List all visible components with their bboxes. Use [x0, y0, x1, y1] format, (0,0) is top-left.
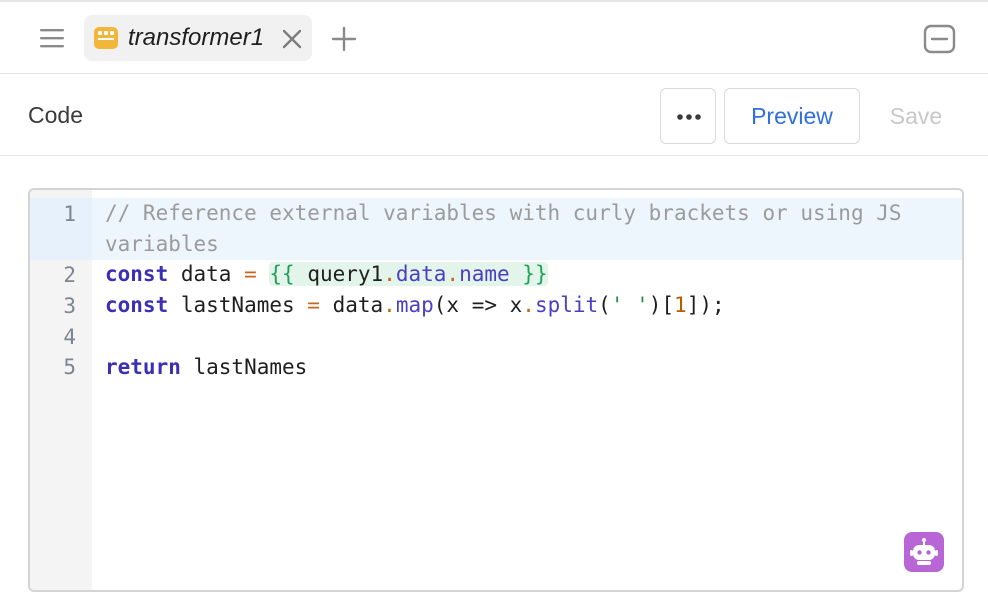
more-options-button[interactable]: [660, 88, 716, 144]
code-text: (x => x: [433, 293, 523, 317]
code-comment: variables: [105, 232, 219, 256]
template-expression: {{ query1.data.name }}: [269, 262, 548, 286]
keyword: return: [105, 355, 181, 379]
code-editor[interactable]: 1 2 3 4 5 // Reference external variable…: [28, 188, 964, 592]
preview-button[interactable]: Preview: [724, 88, 860, 144]
method-name: map: [395, 293, 434, 317]
template-property: data: [395, 262, 447, 286]
operator: =: [307, 293, 320, 317]
plus-icon[interactable]: [330, 25, 358, 53]
code-line-5: return lastNames: [105, 352, 307, 383]
code-line-1-wrap: variables: [105, 229, 219, 260]
collapse-panel-icon[interactable]: [922, 23, 958, 55]
menu-icon[interactable]: [36, 24, 68, 52]
identifier: data: [168, 262, 245, 286]
dot-operator: .: [446, 262, 460, 286]
line-number: 2: [63, 263, 76, 287]
method-name: split: [534, 293, 599, 317]
tab-label: transformer1: [128, 24, 265, 51]
template-open: {{: [269, 262, 308, 286]
template-property: name: [459, 262, 510, 286]
code-text: ]);: [686, 293, 725, 317]
template-object: query1: [307, 262, 384, 286]
code-line-2: const data = {{ query1.data.name }}: [105, 259, 548, 290]
line-number: 3: [63, 294, 76, 318]
tab-transformer1[interactable]: transformer1: [84, 15, 312, 61]
keyword: const: [105, 262, 169, 286]
code-toolbar: Code Preview Save: [0, 75, 988, 156]
code-text: (: [598, 293, 611, 317]
tab-bar: transformer1: [0, 2, 988, 74]
line-number: 1: [63, 202, 76, 226]
assistant-bot-icon: [910, 538, 938, 565]
code-line-1: // Reference external variables with cur…: [105, 198, 902, 229]
identifier: data: [319, 293, 384, 317]
line-number: 5: [63, 355, 76, 379]
identifier: lastNames: [180, 355, 308, 379]
code-line-3: const lastNames = data.map(x => x.split(…: [105, 290, 725, 321]
panel-title: Code: [28, 102, 83, 128]
transformer-icon: [94, 27, 118, 49]
keyword: const: [105, 293, 169, 317]
template-close: }}: [509, 262, 548, 286]
dot-operator: .: [522, 293, 535, 317]
code-comment: // Reference external variables with cur…: [105, 201, 902, 225]
ellipsis-icon: [677, 114, 701, 120]
string-literal: ' ': [610, 293, 649, 317]
code-text: )[: [648, 293, 675, 317]
dot-operator: .: [383, 262, 396, 286]
line-number: 4: [63, 325, 76, 349]
save-button[interactable]: Save: [872, 88, 960, 144]
dot-operator: .: [383, 293, 396, 317]
assistant-button[interactable]: [904, 532, 944, 572]
number-literal: 1: [674, 293, 687, 317]
operator: =: [244, 262, 257, 286]
close-icon[interactable]: [281, 28, 303, 50]
identifier: lastNames: [168, 293, 308, 317]
